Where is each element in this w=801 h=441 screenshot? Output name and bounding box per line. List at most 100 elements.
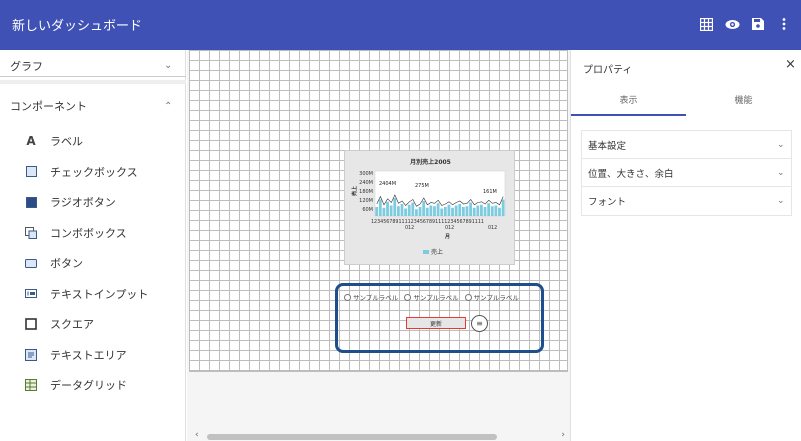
component-item-text: テキストエリア xyxy=(50,348,127,362)
radio-group: サンプルラベル サンプルラベル サンプルラベル xyxy=(344,292,519,302)
radio-option[interactable]: サンプルラベル xyxy=(404,292,459,302)
data-label: 2404M xyxy=(379,181,396,187)
component-item-text: コンボボックス xyxy=(50,226,127,240)
component-panel: グラフ ⌄ コンポーネント ⌃ A ラベル チェックボックス ラジオボタン コン… xyxy=(0,50,186,441)
menu-icon[interactable]: ≡ xyxy=(471,315,488,332)
component-item-checkbox[interactable]: チェックボックス xyxy=(0,157,186,188)
radio-label: サンプルラベル xyxy=(353,294,399,302)
component-item-text: データグリッド xyxy=(50,379,127,393)
component-item-datagrid[interactable]: データグリッド xyxy=(0,370,186,401)
radio-option[interactable]: サンプルラベル xyxy=(344,292,398,302)
y-tick-label: 300M xyxy=(359,171,373,177)
tab-display[interactable]: 表示 xyxy=(571,90,686,116)
y-tick-label: 240M xyxy=(359,180,373,186)
chevron-up-icon: ⌃ xyxy=(164,100,173,112)
chart-bar xyxy=(476,205,480,216)
chart-bar xyxy=(490,206,494,216)
chart-bar xyxy=(415,209,418,216)
section-label: フォント xyxy=(588,197,627,208)
dashboard-title: 新しいダッシュボード xyxy=(12,19,143,34)
chart-legend: 売上 xyxy=(423,247,443,256)
square-icon xyxy=(24,317,38,331)
chart-bar xyxy=(458,204,462,216)
chart-bar xyxy=(440,208,444,216)
close-icon[interactable]: × xyxy=(785,57,796,72)
chart-bar xyxy=(472,207,476,216)
scrollbar-thumb[interactable] xyxy=(207,434,497,440)
component-item-button[interactable]: ボタン xyxy=(0,248,186,279)
component-item-text: スクエア xyxy=(50,318,94,332)
tab-indicator xyxy=(571,114,686,116)
button-icon xyxy=(24,256,38,270)
component-dropdown[interactable]: コンポーネント ⌃ xyxy=(0,94,186,118)
data-label: 275M xyxy=(415,183,429,189)
scroll-left-arrow-icon[interactable]: ‹ xyxy=(195,430,199,440)
component-item-radio[interactable]: ラジオボタン xyxy=(0,187,186,218)
radio-option[interactable]: サンプルラベル xyxy=(464,292,519,302)
component-item-label[interactable]: A ラベル xyxy=(0,126,186,157)
save-icon[interactable] xyxy=(747,13,769,35)
component-item-textinput[interactable]: テキストインプット xyxy=(0,279,186,310)
scroll-right-arrow-icon[interactable]: › xyxy=(561,430,565,440)
chart-bar xyxy=(469,202,472,216)
divider xyxy=(0,80,186,84)
graph-dropdown[interactable]: グラフ ⌄ xyxy=(0,55,186,77)
graph-dropdown-label: グラフ xyxy=(10,59,43,73)
chart-bar xyxy=(378,199,382,216)
section-position-size-margin[interactable]: 位置、大きさ、余白 ⌄ xyxy=(582,159,791,187)
chart-bar xyxy=(443,207,447,216)
component-dropdown-label: コンポーネント xyxy=(10,100,87,113)
chart-bar xyxy=(454,205,458,216)
component-item-text: ラベル xyxy=(50,135,83,149)
x-tick-label: 012 xyxy=(488,225,497,231)
component-item-square[interactable]: スクエア xyxy=(0,309,186,340)
more-icon[interactable] xyxy=(773,13,795,35)
chart-bar xyxy=(396,206,400,216)
chart-bar xyxy=(422,201,426,216)
canvas-grid[interactable]: 300M 240M 180M 120M 60M 売上 2404M 275M 161M 123456… xyxy=(189,50,568,372)
tab-function[interactable]: 機能 xyxy=(686,90,801,116)
chart-bar xyxy=(494,205,498,216)
legend-label: 売上 xyxy=(431,249,444,256)
property-accordion: 基本設定 ⌄ 位置、大きさ、余白 ⌄ フォント ⌄ xyxy=(581,130,792,216)
chart-bar xyxy=(425,207,429,216)
section-basic-settings[interactable]: 基本設定 ⌄ xyxy=(582,131,791,159)
toolbar-actions xyxy=(695,13,795,35)
y-tick-label: 180M xyxy=(359,189,373,195)
x-axis-label: 月 xyxy=(444,233,450,240)
radio-button-widget: サンプルラベル サンプルラベル サンプルラベル 更新 ≡ xyxy=(344,288,520,348)
combobox-icon xyxy=(24,226,38,240)
y-tick-label: 120M xyxy=(359,198,373,204)
chart-bar xyxy=(483,207,487,216)
horizontal-scrollbar[interactable]: ‹ › xyxy=(195,430,565,441)
section-font[interactable]: フォント ⌄ xyxy=(582,187,791,215)
chart-bar xyxy=(386,201,389,216)
component-item-text: ラジオボタン xyxy=(50,196,116,210)
chart-bar xyxy=(411,202,415,216)
chart-bar xyxy=(418,207,422,216)
y-axis-label: 売上 xyxy=(351,186,358,196)
chevron-down-icon: ⌄ xyxy=(777,196,785,206)
chart-bar xyxy=(465,206,469,216)
component-item-combobox[interactable]: コンボボックス xyxy=(0,218,186,249)
chevron-down-icon: ⌄ xyxy=(777,139,785,150)
chart-bar xyxy=(451,207,454,216)
design-canvas: 300M 240M 180M 120M 60M 売上 2404M 275M 161M 123456… xyxy=(187,50,570,441)
update-button[interactable]: 更新 xyxy=(406,317,466,329)
y-tick-label: 60M xyxy=(362,207,373,213)
component-item-textarea[interactable]: テキストエリア xyxy=(0,340,186,371)
chart-bar xyxy=(433,206,436,216)
chart-bar xyxy=(436,203,440,216)
chart-bar xyxy=(404,208,407,216)
chart-bar xyxy=(501,199,505,216)
data-label: 161M xyxy=(483,189,497,195)
component-item-text: テキストインプット xyxy=(50,287,149,301)
legend-swatch xyxy=(423,249,429,254)
datagrid-icon xyxy=(24,378,38,392)
eye-icon[interactable] xyxy=(721,13,743,35)
chart-bar xyxy=(389,205,393,216)
component-item-text: ボタン xyxy=(50,257,83,271)
chart-widget[interactable]: 300M 240M 180M 120M 60M 売上 2404M 275M 161M 123456… xyxy=(344,150,515,265)
grid-icon[interactable] xyxy=(695,13,717,35)
chart-bar xyxy=(498,207,501,216)
